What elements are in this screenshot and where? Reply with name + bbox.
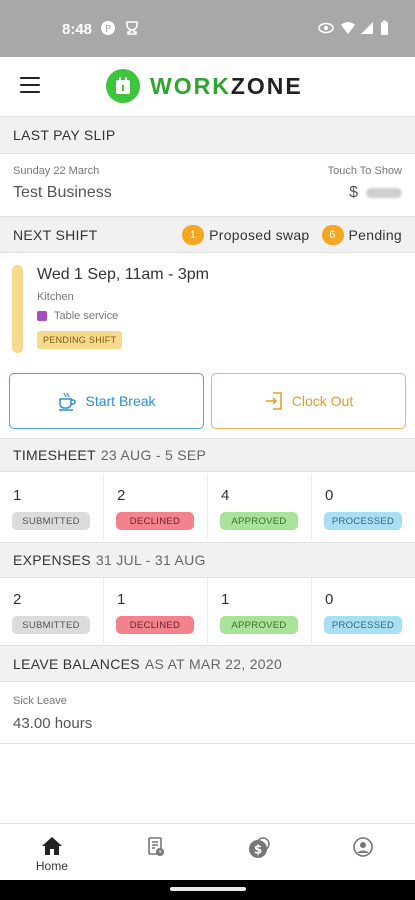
role-color-dot — [37, 311, 47, 321]
home-icon — [41, 837, 62, 855]
shift-area: Kitchen — [37, 291, 74, 303]
leave-balances-header: LEAVE BALANCES AS AT MAR 22, 2020 — [0, 645, 415, 682]
status-badge: PROCESSED — [324, 616, 402, 634]
clock-out-icon — [265, 392, 282, 410]
next-shift-card[interactable]: Wed 1 Sep, 11am - 3pm Kitchen Table serv… — [0, 253, 415, 365]
shift-time: Wed 1 Sep, 11am - 3pm — [37, 266, 209, 283]
notification-icon: P — [101, 21, 115, 35]
leave-value: 43.00 hours — [13, 715, 93, 732]
status-badge: SUBMITTED — [12, 616, 90, 634]
section-title: LAST PAY SLIP — [13, 127, 116, 143]
status-bar: 8:48 P — [0, 0, 415, 57]
pending-label[interactable]: Pending — [349, 227, 402, 243]
section-title: NEXT SHIFT — [13, 226, 98, 243]
pay-slip-card[interactable]: Sunday 22 March Test Business Touch To S… — [0, 154, 415, 216]
hidden-amount — [366, 188, 402, 198]
touch-to-show[interactable]: Touch To Show — [328, 165, 402, 177]
app-header: WORKZONE — [0, 57, 415, 116]
pay-slip-business: Test Business — [13, 184, 112, 201]
timesheet-approved[interactable]: 4 APPROVED — [208, 474, 312, 540]
timesheet-range: 23 AUG - 5 SEP — [100, 447, 207, 463]
expenses-approved[interactable]: 1 APPROVED — [208, 578, 312, 644]
section-title: EXPENSES — [13, 552, 91, 568]
section-title: LEAVE BALANCES — [13, 655, 140, 672]
status-badge: APPROVED — [220, 512, 298, 530]
svg-text:P: P — [105, 24, 111, 35]
leave-balance-item[interactable]: Sick Leave 43.00 hours — [0, 682, 415, 744]
logo-icon — [106, 69, 140, 103]
status-badge: APPROVED — [220, 616, 298, 634]
nav-home[interactable]: Home — [0, 824, 104, 880]
leave-type: Sick Leave — [13, 695, 67, 707]
pay-slip-amount[interactable]: $ — [349, 184, 402, 202]
expenses-submitted[interactable]: 2 SUBMITTED — [0, 578, 104, 644]
proposed-swap-label[interactable]: Proposed swap — [209, 227, 309, 243]
battery-icon — [381, 20, 388, 35]
action-row: Start Break Clock Out — [0, 373, 415, 431]
start-break-button[interactable]: Start Break — [9, 373, 204, 429]
nav-profile[interactable] — [311, 824, 415, 880]
status-time: 8:48 — [62, 21, 93, 38]
trophy-icon — [126, 21, 138, 35]
next-shift-header: NEXT SHIFT 1 Proposed swap 6 Pending — [0, 216, 415, 253]
svg-text:$: $ — [254, 843, 262, 857]
status-badge: PROCESSED — [324, 512, 402, 530]
timesheet-processed[interactable]: 0 PROCESSED — [312, 474, 415, 540]
pending-count[interactable]: 6 — [321, 224, 344, 245]
status-badge: DECLINED — [116, 616, 194, 634]
timesheet-stats: 1 SUBMITTED 2 DECLINED 4 APPROVED 0 PROC… — [0, 474, 415, 540]
shift-color-bar — [12, 265, 23, 353]
nav-home-label: Home — [35, 859, 68, 873]
last-pay-slip-header: LAST PAY SLIP — [0, 116, 415, 154]
proposed-swap-count[interactable]: 1 — [182, 224, 205, 245]
menu-icon[interactable] — [20, 77, 40, 93]
expenses-range: 31 JUL - 31 AUG — [95, 552, 206, 568]
leave-as-at: AS AT MAR 22, 2020 — [144, 655, 283, 672]
timesheet-declined[interactable]: 2 DECLINED — [104, 474, 208, 540]
status-badge: DECLINED — [116, 512, 194, 530]
timesheet-header: TIMESHEET 23 AUG - 5 SEP — [0, 438, 415, 472]
timesheet-icon — [147, 837, 164, 856]
eye-icon — [318, 22, 334, 34]
bottom-nav: Home $ — [0, 823, 415, 880]
logo: WORKZONE — [106, 69, 303, 103]
nav-expenses[interactable]: $ — [208, 824, 312, 880]
brand-name: WORKZONE — [150, 72, 303, 99]
shift-badges: 1 Proposed swap 6 Pending — [182, 224, 402, 245]
profile-icon — [353, 837, 373, 857]
money-icon: $ — [249, 837, 271, 858]
home-indicator[interactable] — [170, 887, 246, 891]
expenses-stats: 2 SUBMITTED 1 DECLINED 1 APPROVED 0 PROC… — [0, 578, 415, 644]
pay-slip-date: Sunday 22 March — [13, 165, 100, 177]
shift-role: Table service — [37, 310, 118, 322]
status-badge: SUBMITTED — [12, 512, 90, 530]
clock-out-button[interactable]: Clock Out — [211, 373, 406, 429]
expenses-header: EXPENSES 31 JUL - 31 AUG — [0, 542, 415, 578]
nav-timesheet[interactable] — [104, 824, 208, 880]
signal-icon — [361, 22, 373, 34]
pending-shift-tag: PENDING SHIFT — [37, 331, 123, 349]
coffee-icon — [59, 392, 77, 411]
expenses-declined[interactable]: 1 DECLINED — [104, 578, 208, 644]
timesheet-submitted[interactable]: 1 SUBMITTED — [0, 474, 104, 540]
wifi-icon — [341, 22, 355, 34]
gesture-bar — [0, 880, 415, 900]
expenses-processed[interactable]: 0 PROCESSED — [312, 578, 415, 644]
section-title: TIMESHEET — [13, 447, 96, 463]
